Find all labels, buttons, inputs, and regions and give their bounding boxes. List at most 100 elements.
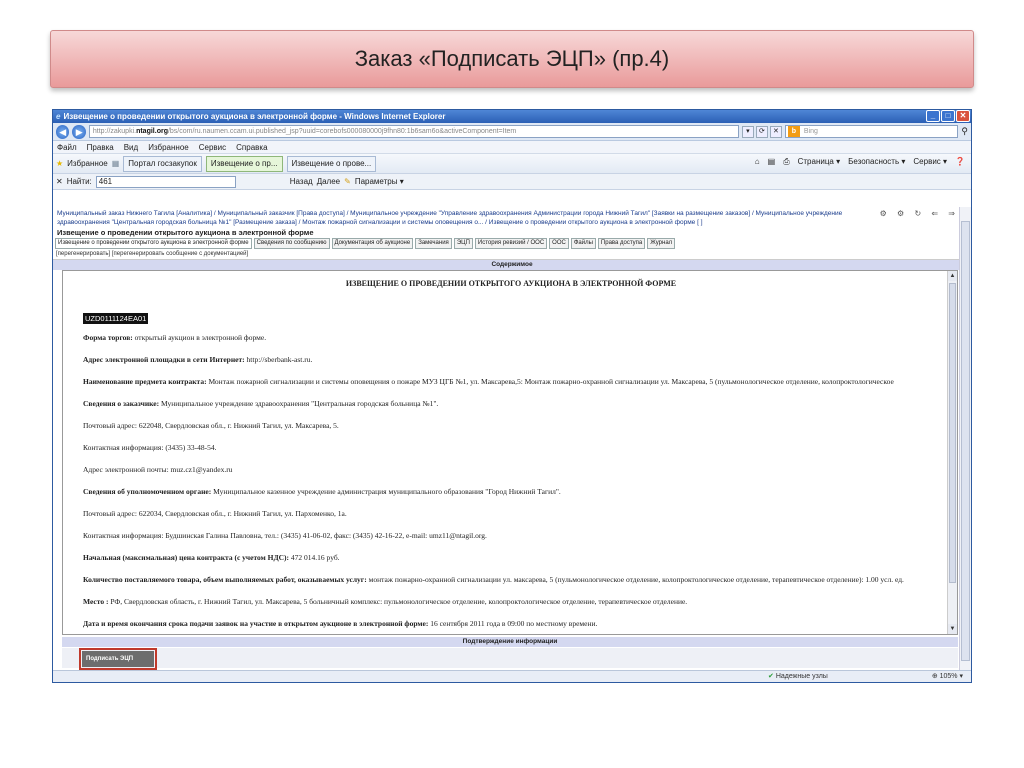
tab-access-rights[interactable]: Права доступа <box>597 238 646 249</box>
tab-oos[interactable]: ООС <box>549 238 569 249</box>
document-lines: Форма торгов: открытый аукцион в электро… <box>83 332 939 634</box>
scroll-down-icon[interactable]: ▼ <box>948 624 957 634</box>
tab-message-info[interactable]: Сведения по сообщению <box>253 238 330 249</box>
address-tools: ▾ ⟳ ✕ <box>741 125 782 138</box>
compat-view-icon[interactable]: ▾ <box>741 125 754 138</box>
pencil-icon: ✎ <box>344 177 351 186</box>
help-icon[interactable]: ❓ <box>955 157 965 167</box>
window-title: Извещение о проведении открытого аукцион… <box>63 112 446 121</box>
menu-bar: Файл Правка Вид Избранное Сервис Справка <box>53 141 971 154</box>
back-arrow-icon[interactable]: ◀ <box>56 124 70 139</box>
find-params-button[interactable]: Параметры ▾ <box>355 177 404 186</box>
tab-notice-1[interactable]: Извещение о пр... <box>205 155 283 172</box>
document-line-label: Начальная (максимальная) цена контракта … <box>83 553 290 562</box>
slide-title-bar: Заказ «Подписать ЭЦП» (пр.4) <box>50 30 974 88</box>
document-line-label: Форма торгов: <box>83 333 133 342</box>
maximize-button[interactable]: □ <box>941 110 955 122</box>
star-icon: ★ <box>56 159 64 168</box>
document-line: Сведения о заказчике: Муниципальное учре… <box>83 398 939 420</box>
slide-title: Заказ «Подписать ЭЦП» (пр.4) <box>354 46 670 71</box>
breadcrumb-tools: ⚙ ⚙ ↻ ⇐ ⇒ <box>879 209 959 218</box>
menu-help[interactable]: Справка <box>236 143 267 152</box>
browser-window: e Извещение о проведении открытого аукци… <box>52 109 972 683</box>
document-line: Контактная информация: Будшинская Галина… <box>83 530 939 552</box>
menu-tools[interactable]: Сервис <box>199 143 226 152</box>
document-body: ИЗВЕЩЕНИЕ О ПРОВЕДЕНИИ ОТКРЫТОГО АУКЦИОН… <box>63 279 957 634</box>
page-scroll-thumb[interactable] <box>961 221 970 661</box>
tab-ecp[interactable]: ЭЦП <box>453 238 473 249</box>
print-icon[interactable]: ⎙ <box>783 157 789 167</box>
forward-arrow-icon[interactable]: ▶ <box>72 124 86 139</box>
document-line-text: Муниципальное учреждение здравоохранения… <box>159 399 439 408</box>
refresh-icon[interactable]: ⟳ <box>755 125 768 138</box>
document-line: Начальная (максимальная) цена контракта … <box>83 552 939 574</box>
page-heading: Извещение о проведении открытого аукцион… <box>57 228 314 237</box>
security-zone[interactable]: ✔ Надежные узлы <box>768 671 828 682</box>
document-line: Адрес электронной площадки в сети Интерн… <box>83 354 939 376</box>
document-line-text: Адрес электронной почты: muz.cz1@yandex.… <box>83 465 233 474</box>
safety-menu[interactable]: Безопасность ▾ <box>848 157 905 167</box>
confirm-section-header: Подтверждение информации <box>62 637 958 647</box>
document-line-label: Количество поставляемого товара, объем в… <box>83 575 367 584</box>
stop-icon[interactable]: ✕ <box>769 125 782 138</box>
find-next-button[interactable]: Далее <box>317 177 340 186</box>
menu-edit[interactable]: Правка <box>87 143 114 152</box>
tab-journal[interactable]: Журнал <box>647 238 676 249</box>
document-line: Контактная информация: (3435) 33-48-54. <box>83 442 939 464</box>
tab-notice-2[interactable]: Извещение о прове... <box>286 155 377 172</box>
document-line: Почтовый адрес: 622034, Свердловская обл… <box>83 508 939 530</box>
favorites-bar: ★ Избранное ▦ Портал госзакупок Извещени… <box>53 154 971 174</box>
zoom-level[interactable]: ⊕ 105% ▾ <box>932 671 963 682</box>
document-scrollbar[interactable]: ▲ ▼ <box>947 271 957 634</box>
document-line-text: Контактная информация: (3435) 33-48-54. <box>83 443 217 452</box>
find-label: Найти: <box>66 177 92 186</box>
document-line: Почтовый адрес: 622048, Свердловская обл… <box>83 420 939 442</box>
tab-documentation[interactable]: Документация об аукционе <box>331 238 414 249</box>
page-content: Муниципальный заказ Нижнего Тагила [Анал… <box>53 207 971 670</box>
minimize-button[interactable]: _ <box>926 110 940 122</box>
menu-favorites[interactable]: Избранное <box>148 143 189 152</box>
close-find-icon[interactable]: ✕ <box>56 177 63 186</box>
document-line-text: РФ, Свердловская область, г. Нижний Таги… <box>108 597 688 606</box>
scroll-up-icon[interactable]: ▲ <box>948 271 957 281</box>
document-line-text: Почтовый адрес: 622034, Свердловская обл… <box>83 509 347 518</box>
ie-logo-icon: e <box>56 112 61 121</box>
find-bar: ✕ Найти: 461 Назад Далее ✎ Параметры ▾ <box>53 174 971 190</box>
tab-revision-history[interactable]: История ревизий / ООС <box>474 238 548 249</box>
document-title: ИЗВЕЩЕНИЕ О ПРОВЕДЕНИИ ОТКРЫТОГО АУКЦИОН… <box>345 279 677 288</box>
find-back-button[interactable]: Назад <box>290 177 313 186</box>
tab-portal[interactable]: Портал госзакупок <box>123 155 202 172</box>
tools-menu[interactable]: Сервис ▾ <box>913 157 947 167</box>
favorites-button[interactable]: Избранное <box>67 159 108 168</box>
breadcrumb-text[interactable]: Муниципальный заказ Нижнего Тагила [Анал… <box>57 210 842 226</box>
find-input[interactable]: 461 <box>95 175 236 188</box>
document-line-text: http://sberbank-ast.ru. <box>244 355 313 364</box>
address-bar[interactable]: http://zakupki.ntagil.org/bs/com/ru.naum… <box>88 125 739 138</box>
breadcrumb: Муниципальный заказ Нижнего Тагила [Анал… <box>53 207 971 228</box>
tab-remarks[interactable]: Замечания <box>415 238 452 249</box>
menu-file[interactable]: Файл <box>57 143 77 152</box>
feeds-icon[interactable]: ▤ <box>768 157 776 167</box>
sign-ecp-button[interactable]: Подписать ЭЦП <box>79 648 157 670</box>
regenerate-links[interactable]: [перегенерировать] [перегенерировать соо… <box>53 249 971 260</box>
search-icon[interactable]: ⚲ <box>961 126 968 137</box>
menu-view[interactable]: Вид <box>124 143 138 152</box>
document-line-text: Контактная информация: Будшинская Галина… <box>83 531 487 540</box>
search-input[interactable]: Bing <box>784 125 959 138</box>
document-frame: ИЗВЕЩЕНИЕ О ПРОВЕДЕНИИ ОТКРЫТОГО АУКЦИОН… <box>62 270 958 635</box>
page-scrollbar[interactable] <box>959 207 971 670</box>
scroll-thumb[interactable] <box>949 283 956 583</box>
tab-files[interactable]: Файлы <box>570 238 596 249</box>
document-line-text: Почтовый адрес: 622048, Свердловская обл… <box>83 421 339 430</box>
document-line: Место : РФ, Свердловская область, г. Ниж… <box>83 596 939 618</box>
document-line-text: монтаж пожарно-охранной сигнализации ул.… <box>366 575 904 584</box>
tab-notice[interactable]: Извещение о проведении открытого аукцион… <box>55 238 252 249</box>
page-menu[interactable]: Страница ▾ <box>798 157 841 167</box>
home-icon[interactable]: ⌂ <box>755 157 760 167</box>
close-button[interactable]: ✕ <box>956 110 970 122</box>
command-bar: ⌂ ▤ ⎙ Страница ▾ Безопасность ▾ Сервис ▾… <box>755 157 965 167</box>
document-line-text: 472 014.16 руб. <box>289 553 340 562</box>
document-line: Форма торгов: открытый аукцион в электро… <box>83 332 939 354</box>
document-line-text: Муниципальное казенное учреждение админи… <box>211 487 561 496</box>
grid-icon[interactable]: ▦ <box>112 159 120 168</box>
